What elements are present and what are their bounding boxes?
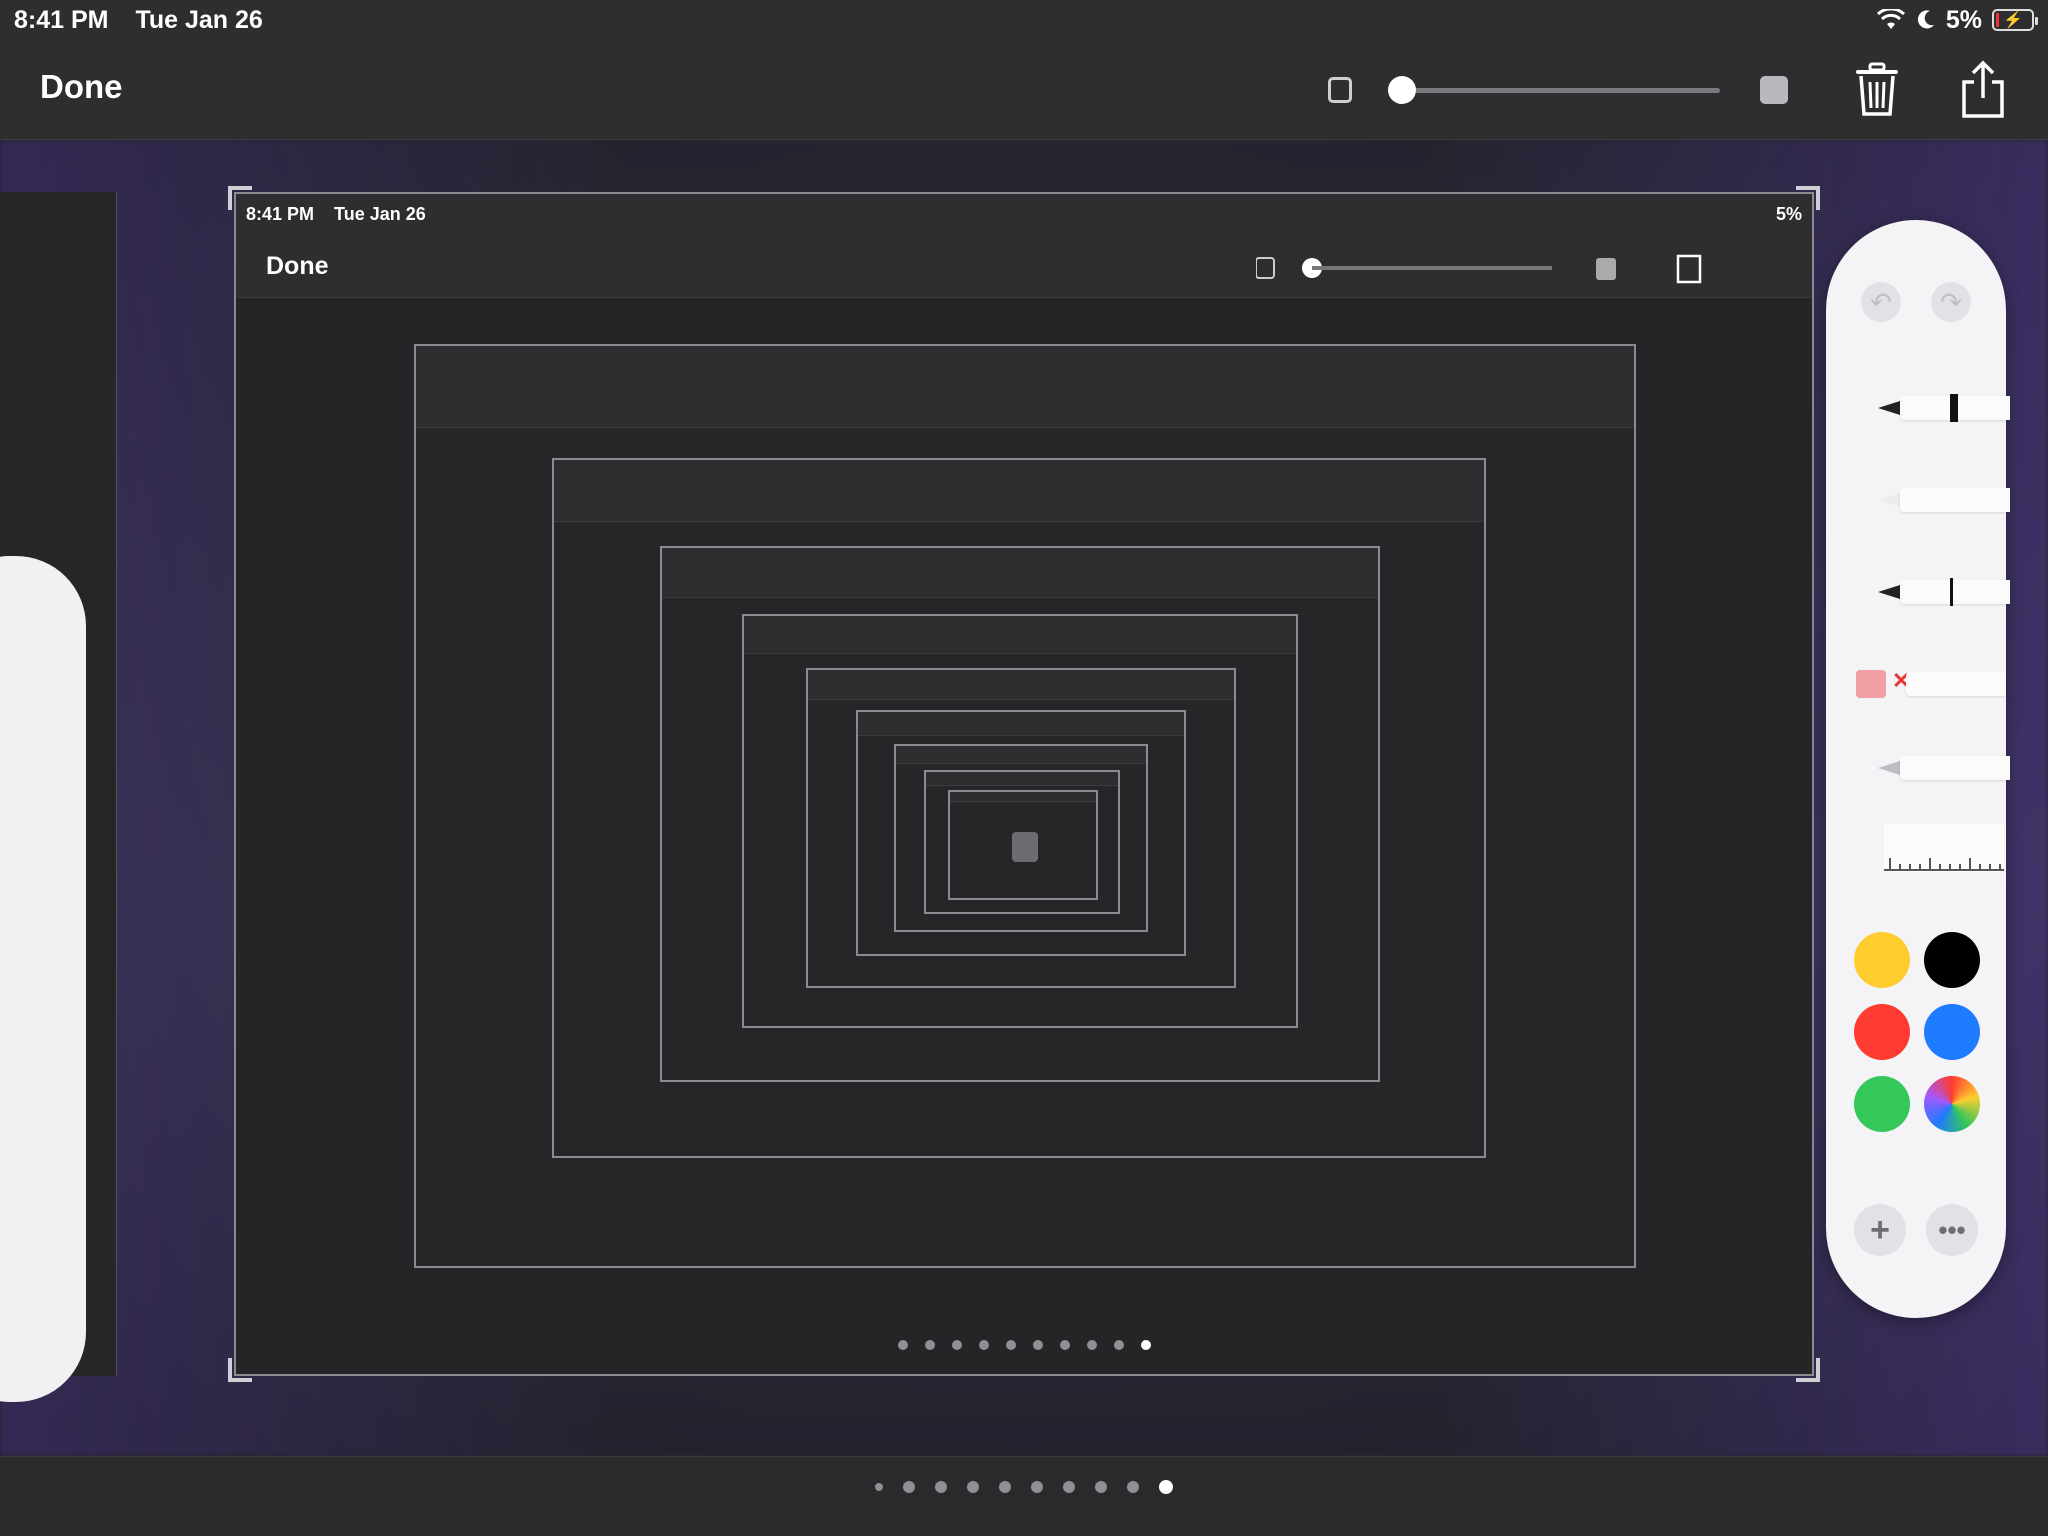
crop-handle-top-left[interactable] (228, 186, 252, 210)
page-dot[interactable] (1031, 1481, 1043, 1493)
color-black[interactable] (1924, 932, 1980, 988)
page-dot[interactable] (935, 1481, 947, 1493)
markup-toolbar: Done (0, 40, 2048, 140)
color-red[interactable] (1854, 1004, 1910, 1060)
preview-status-bar: 8:41 PM Tue Jan 26 5% (236, 194, 1812, 234)
eraser-tool[interactable]: ✕ (1856, 666, 2006, 702)
status-date: Tue Jan 26 (135, 5, 263, 34)
page-dot[interactable] (1127, 1481, 1139, 1493)
page-dot[interactable] (1095, 1481, 1107, 1493)
crop-handle-bottom-left[interactable] (228, 1358, 252, 1382)
lasso-tool[interactable] (1878, 750, 2010, 786)
preview-done-label: Done (266, 252, 329, 280)
page-dot[interactable] (875, 1483, 883, 1491)
nested-preview-6 (856, 710, 1186, 956)
screenshot-preview[interactable]: 8:41 PM Tue Jan 26 5% Done (234, 192, 1814, 1376)
page-dots (0, 1480, 2048, 1494)
preview-page-dots (236, 1340, 1812, 1350)
nested-preview-2 (552, 458, 1486, 1158)
wifi-icon (1876, 9, 1905, 29)
pencil-tool[interactable] (1878, 574, 2010, 610)
status-time: 8:41 PM (14, 5, 109, 34)
nested-preview-4 (742, 614, 1298, 1028)
redo-icon[interactable]: ↷ (1931, 282, 1971, 322)
preview-toolbar-icons (1256, 254, 1702, 284)
preview-time: 8:41 PM (246, 203, 315, 224)
center-figure (1012, 832, 1038, 862)
page-dot[interactable] (1063, 1481, 1075, 1493)
nested-preview-7 (894, 744, 1148, 932)
undo-icon[interactable]: ↶ (1861, 282, 1901, 322)
trash-icon[interactable] (1852, 62, 1902, 118)
battery-percent: 5% (1945, 5, 1982, 34)
moon-icon (1917, 10, 1934, 29)
crop-handle-bottom-right[interactable] (1796, 1358, 1820, 1382)
page-dot[interactable] (999, 1481, 1011, 1493)
previous-screenshot-preview[interactable] (0, 192, 117, 1402)
pen-tool[interactable] (1878, 390, 2010, 426)
highlighter-tool[interactable] (1878, 482, 2010, 518)
color-yellow[interactable] (1854, 932, 1910, 988)
share-icon[interactable] (1958, 60, 2008, 120)
nested-preview-5 (806, 668, 1236, 988)
tool-palette: ↶ ↷ ✕ + ••• (1826, 220, 2010, 1318)
color-green[interactable] (1854, 1076, 1910, 1132)
done-button[interactable]: Done (40, 68, 123, 106)
battery-icon: ⚡ (1992, 9, 2038, 31)
color-picker-multicolor[interactable] (1924, 1076, 1980, 1132)
status-right: 5% ⚡ (1876, 5, 2038, 35)
page-dot[interactable] (967, 1481, 979, 1493)
page-dot[interactable] (903, 1481, 915, 1493)
status-left: 8:41 PM Tue Jan 26 (14, 6, 283, 35)
bottom-bar (0, 1456, 2048, 1536)
previous-palette (0, 556, 86, 1402)
screen: 8:41 PM Tue Jan 26 5% ⚡ Done 8:41 PM Tue… (0, 0, 2048, 1536)
status-bar: 8:41 PM Tue Jan 26 5% ⚡ (0, 0, 2048, 40)
small-size-icon (1328, 77, 1352, 103)
zoom-slider-thumb[interactable] (1388, 76, 1416, 104)
add-icon[interactable]: + (1854, 1204, 1906, 1256)
nested-preview-9 (948, 790, 1098, 900)
large-size-icon (1760, 76, 1788, 104)
crop-handle-top-right[interactable] (1796, 186, 1820, 210)
nested-preview-8 (924, 770, 1120, 914)
zoom-slider-track[interactable] (1402, 88, 1720, 93)
ruler-tool[interactable] (1884, 824, 2004, 872)
page-dot-active[interactable] (1159, 1480, 1173, 1494)
nested-preview-1 (414, 344, 1636, 1268)
preview-toolbar: Done (236, 234, 1812, 298)
preview-date: Tue Jan 26 (334, 203, 426, 224)
nested-preview-3 (660, 546, 1380, 1082)
color-blue[interactable] (1924, 1004, 1980, 1060)
more-icon[interactable]: ••• (1926, 1204, 1978, 1256)
